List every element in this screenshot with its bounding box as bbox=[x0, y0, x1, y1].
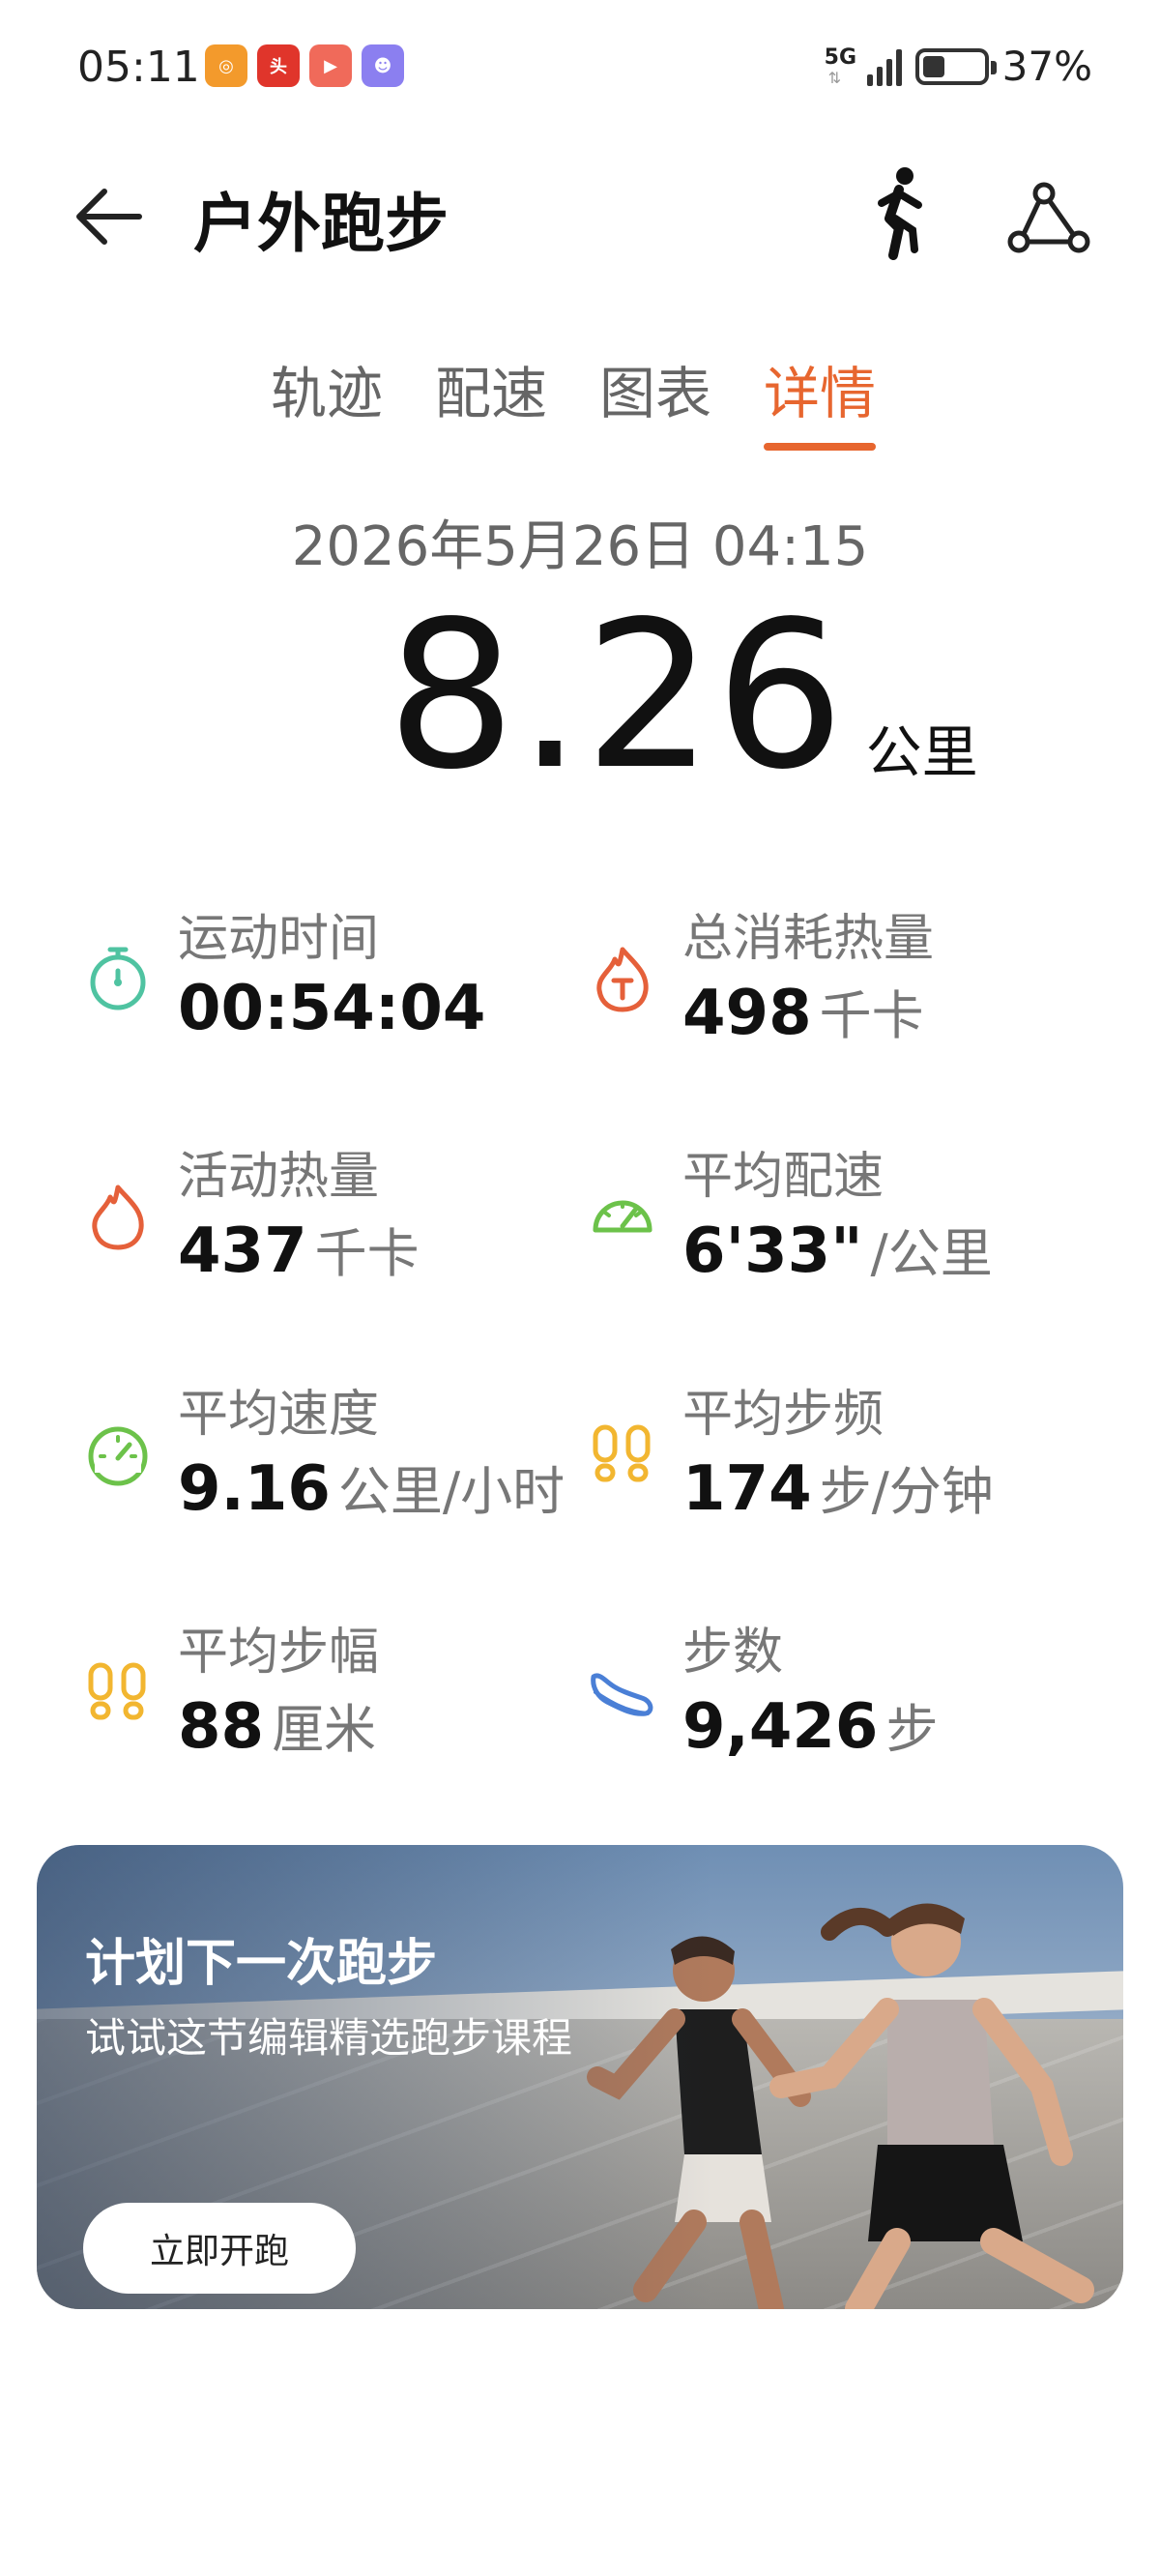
footprints-icon bbox=[88, 1662, 146, 1720]
banner-title: 计划下一次跑步 bbox=[85, 1935, 438, 1993]
metric-label: 步数 bbox=[682, 1624, 784, 1682]
metric-label: 平均步频 bbox=[682, 1386, 884, 1444]
signal-icon: 5G ⇅ bbox=[825, 45, 902, 87]
metric-unit: 步 bbox=[885, 1699, 939, 1760]
status-bar: 05:11 ◎ 头 ▶ ☻ 5G ⇅ 37% bbox=[0, 0, 1160, 145]
battery-percent: 37% bbox=[1001, 43, 1092, 90]
status-indicators: 5G ⇅ 37% bbox=[825, 43, 1092, 90]
metric-unit: 步/分钟 bbox=[819, 1461, 994, 1522]
metric-unit: 公里/小时 bbox=[337, 1461, 566, 1522]
total-calorie-icon bbox=[596, 947, 649, 1012]
speed-gauge-icon bbox=[88, 1426, 148, 1486]
chat-app-icon: ☻ bbox=[362, 44, 404, 87]
footprints-icon bbox=[593, 1424, 651, 1482]
page-title: 户外跑步 bbox=[193, 187, 449, 261]
app-notification-icon: ◎ bbox=[205, 44, 247, 87]
metric-unit: 厘米 bbox=[272, 1699, 377, 1760]
tab-charts[interactable]: 图表 bbox=[599, 348, 711, 451]
back-arrow-icon[interactable] bbox=[72, 178, 149, 255]
notification-icons: ◎ 头 ▶ ☻ bbox=[205, 44, 404, 87]
metric-duration: 运动时间 00:54:04 bbox=[81, 897, 584, 1062]
metric-value: 88 bbox=[178, 1691, 265, 1763]
workout-date: 2026年5月26日 04:15 bbox=[291, 515, 869, 578]
course-promo-banner[interactable]: 计划下一次跑步 试试这节编辑精选跑步课程 立即开跑 bbox=[37, 1845, 1123, 2309]
battery-level bbox=[922, 55, 944, 77]
pace-gauge-icon bbox=[593, 1200, 652, 1233]
metric-steps: 步数 9,426 步 bbox=[586, 1611, 1088, 1775]
metric-unit: 千卡 bbox=[819, 985, 924, 1046]
tab-pace[interactable]: 配速 bbox=[435, 348, 547, 451]
distance-unit: 公里 bbox=[865, 719, 978, 785]
data-arrows-icon: ⇅ bbox=[827, 68, 842, 87]
metric-label: 平均配速 bbox=[682, 1148, 884, 1206]
distance-value: 8.26 bbox=[387, 577, 847, 814]
metric-average-stride: 平均步幅 88 厘米 bbox=[81, 1611, 584, 1775]
route-share-icon[interactable] bbox=[1005, 180, 1092, 257]
app-header: 户外跑步 bbox=[0, 145, 1160, 271]
metric-unit: /公里 bbox=[870, 1223, 993, 1284]
metric-value: 9.16 bbox=[178, 1453, 331, 1525]
flame-icon bbox=[92, 1185, 144, 1250]
shoe-icon bbox=[591, 1673, 653, 1716]
metric-label: 平均步幅 bbox=[178, 1624, 380, 1682]
metric-label: 运动时间 bbox=[178, 910, 380, 968]
metric-label: 总消耗热量 bbox=[682, 910, 935, 968]
metric-value: 498 bbox=[682, 978, 812, 1049]
news-app-icon: 头 bbox=[257, 44, 300, 87]
metric-value: 437 bbox=[178, 1215, 307, 1287]
metric-total-calories: 总消耗热量 498 千卡 bbox=[586, 897, 1088, 1062]
banner-subtitle: 试试这节编辑精选跑步课程 bbox=[85, 2014, 573, 2062]
metric-active-calories: 活动热量 437 千卡 bbox=[81, 1135, 584, 1300]
metric-label: 平均速度 bbox=[178, 1386, 380, 1444]
metric-unit: 千卡 bbox=[314, 1223, 420, 1284]
metric-value: 174 bbox=[682, 1453, 812, 1525]
video-app-icon: ▶ bbox=[309, 44, 352, 87]
metric-value: 00:54:04 bbox=[178, 973, 486, 1044]
metric-average-cadence: 平均步频 174 步/分钟 bbox=[586, 1373, 1088, 1537]
network-type: 5G bbox=[824, 44, 857, 70]
metric-average-speed: 平均速度 9.16 公里/小时 bbox=[81, 1373, 584, 1537]
distance-summary: 8.26 公里 bbox=[387, 595, 978, 798]
metric-value: 9,426 bbox=[682, 1691, 879, 1763]
runner-icon[interactable] bbox=[860, 164, 938, 261]
tab-details[interactable]: 详情 bbox=[764, 348, 877, 451]
metric-value: 6'33" bbox=[682, 1215, 863, 1287]
metric-label: 活动热量 bbox=[178, 1148, 380, 1206]
tab-track[interactable]: 轨迹 bbox=[271, 348, 383, 451]
battery-icon bbox=[914, 47, 997, 85]
status-time: 05:11 bbox=[77, 43, 200, 92]
tab-bar: 轨迹 配速 图表 详情 bbox=[271, 348, 877, 451]
stopwatch-icon bbox=[90, 947, 146, 1010]
metric-average-pace: 平均配速 6'33" /公里 bbox=[586, 1135, 1088, 1300]
start-run-button[interactable]: 立即开跑 bbox=[83, 2203, 356, 2294]
